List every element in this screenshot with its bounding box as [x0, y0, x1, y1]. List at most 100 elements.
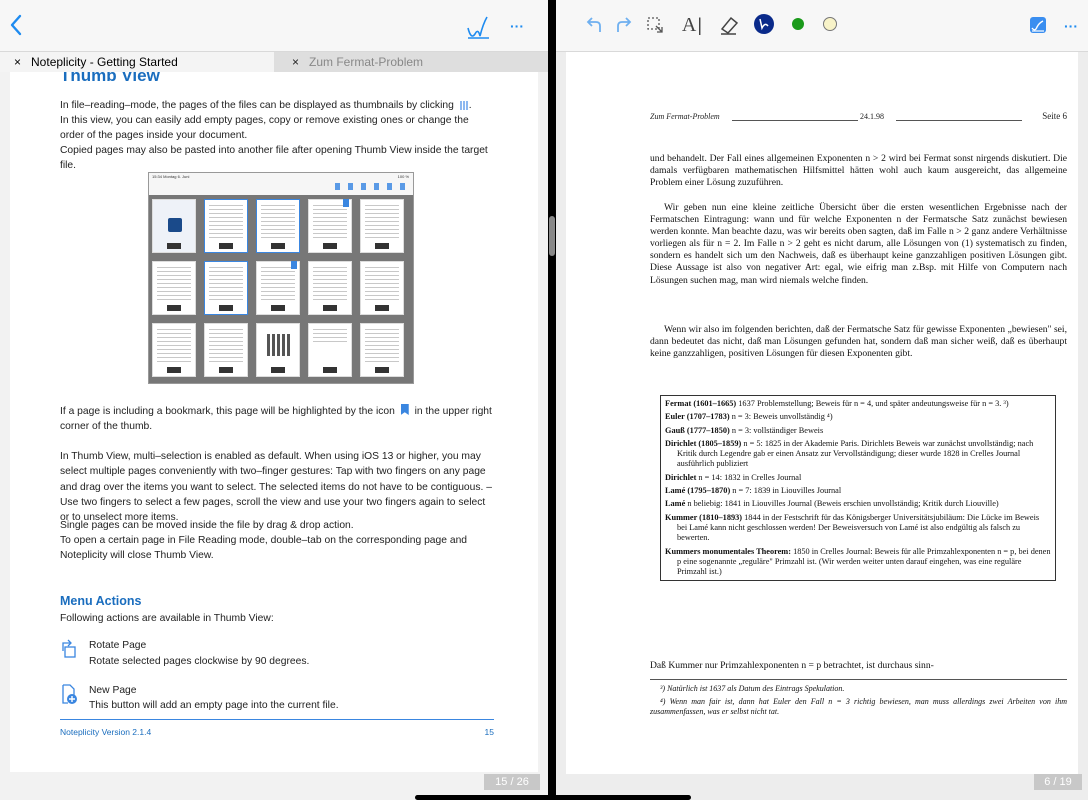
screenshot-status-time: 15:34 Montag 6. Juni: [152, 174, 190, 179]
rotate-page-icon: [60, 639, 78, 659]
action-description: This button will add an empty page into …: [89, 700, 339, 711]
paragraph: In this view, you can easily add empty p…: [60, 115, 469, 142]
running-header-date: 24.1.98: [860, 112, 884, 121]
thumbnail: [308, 323, 352, 377]
thumbnail: [256, 261, 300, 315]
chronology-entry: Dirichlet n = 14: 1832 in Crelles Journa…: [665, 472, 802, 482]
footer-page-number: 15: [484, 727, 494, 737]
right-toolbar: A | ···: [556, 0, 1088, 52]
page-title: Thumb View: [60, 72, 160, 85]
thumbnail: [204, 323, 248, 377]
app-logo: [168, 218, 182, 232]
paragraph: In Thumb View, multi–selection is enable…: [60, 451, 492, 524]
footnote: ⁴) Wenn man fair ist, dann hat Euler den…: [650, 697, 1067, 716]
chronology-entry: Dirichlet (1805–1859) n = 5: 1825 in der…: [665, 438, 1034, 469]
bookmark-icon: [291, 261, 297, 269]
thumbnail: [308, 261, 352, 315]
pen-color-green[interactable]: [788, 14, 808, 34]
thumbnail: [152, 261, 196, 315]
paragraph: Wir geben nun eine kleine zeitliche Über…: [650, 202, 1067, 286]
paragraph: Daß Kummer nur Primzahlexponenten n = p …: [650, 660, 934, 671]
bookmark-icon: [400, 404, 409, 415]
pen-color-yellow[interactable]: [820, 14, 840, 34]
eraser-icon[interactable]: [716, 12, 742, 38]
page-indicator: 15 / 26: [484, 774, 540, 790]
paragraph: Single pages can be moved inside the fil…: [60, 520, 354, 531]
more-menu-button[interactable]: ···: [1056, 12, 1086, 40]
running-header-page: Seite 6: [1042, 111, 1067, 121]
thumbnail: [152, 199, 196, 253]
signature-icon[interactable]: [464, 12, 492, 42]
screenshot-status-battery: 100 %: [397, 174, 409, 179]
footnote-rule: [650, 679, 1067, 680]
paragraph: und behandelt. Der Fall eines allgemeine…: [650, 153, 1067, 189]
draw-mode-icon[interactable]: [1026, 12, 1050, 38]
undo-icon[interactable]: [584, 12, 606, 38]
document-page[interactable]: Thumb View In file–reading–mode, the pag…: [10, 72, 538, 772]
chronology-entry: Lamé n beliebig: 1841 in Liouvilles Jour…: [665, 499, 999, 509]
thumb-view-icon: [459, 100, 469, 110]
redo-icon[interactable]: [612, 12, 634, 38]
thumbnail: [204, 199, 248, 253]
document-page[interactable]: Zum Fermat-Problem 24.1.98 Seite 6 und b…: [566, 52, 1078, 774]
chevron-left-icon[interactable]: [4, 10, 28, 40]
left-document-pane: ··· × Noteplicity - Getting Started × Zu…: [0, 0, 548, 800]
header-rule: [732, 120, 858, 121]
thumbnail: [204, 261, 248, 315]
close-icon[interactable]: ×: [14, 55, 21, 69]
tab-zum-fermat-problem[interactable]: × Zum Fermat-Problem: [274, 52, 548, 72]
paragraph: Wenn wir also im folgenden berichten, da…: [650, 324, 1067, 360]
chronology-entry: Kummers monumentales Theorem: 1850 in Cr…: [665, 546, 1051, 577]
paragraph: Copied pages may also be pasted into ano…: [60, 145, 488, 172]
thumbnail-number: [167, 243, 181, 249]
footer-version: Noteplicity Version 2.1.4: [60, 727, 152, 737]
chronology-entry: Gauß (1777–1850) n = 3: vollständiger Be…: [665, 425, 824, 435]
thumbnail: [360, 261, 404, 315]
more-menu-button[interactable]: ···: [502, 12, 532, 40]
chronology-entry: Kummer (1810–1893) 1844 in der Festschri…: [665, 512, 1040, 543]
footnote: ³) Natürlich ist 1637 als Datum des Eint…: [660, 684, 845, 693]
pen-color-blue[interactable]: [752, 12, 776, 36]
page-indicator: 6 / 19: [1034, 774, 1082, 790]
section-heading: Menu Actions: [60, 594, 142, 608]
text-tool-icon[interactable]: A |: [680, 11, 704, 39]
action-title: Rotate Page: [89, 640, 147, 651]
home-indicator[interactable]: [415, 795, 691, 800]
screenshot-toolbar-icons: [335, 183, 405, 190]
lasso-select-icon[interactable]: [644, 12, 666, 38]
chronology-entry: Fermat (1601–1665) 1637 Problemstellung;…: [665, 399, 1009, 408]
thumbnail: [152, 323, 196, 377]
tab-label: Zum Fermat-Problem: [309, 55, 424, 69]
document-tabs: × Noteplicity - Getting Started × Zum Fe…: [0, 52, 548, 72]
chronology-entry: Euler (1707–1783) n = 3: Beweis unvollst…: [665, 412, 833, 422]
footer-rule: [60, 719, 494, 720]
paragraph-text: In file–reading–mode, the pages of the f…: [60, 100, 454, 111]
paragraph-text: If a page is including a bookmark, this …: [60, 406, 395, 417]
paragraph: Following actions are available in Thumb…: [60, 613, 274, 624]
action-title: New Page: [89, 685, 137, 696]
screenshot-toolbar: 15:34 Montag 6. Juni 100 %: [149, 173, 413, 195]
thumb-view-screenshot: 15:34 Montag 6. Juni 100 %: [148, 172, 414, 384]
left-toolbar: ···: [0, 0, 548, 52]
thumbnail: [308, 199, 352, 253]
tab-label: Noteplicity - Getting Started: [31, 55, 178, 69]
new-page-icon: [60, 683, 78, 705]
tab-noteplicity-getting-started[interactable]: × Noteplicity - Getting Started: [0, 52, 274, 72]
running-header-title: Zum Fermat-Problem: [650, 112, 720, 121]
thumbnail: [256, 199, 300, 253]
chronology-entry: Lamé (1795–1870) n = 7: 1839 in Liouvill…: [665, 486, 842, 496]
paragraph: If a page is including a bookmark, this …: [60, 404, 494, 435]
right-document-pane: A | ··· Zum Fermat-Problem 24.1.98 Seite …: [556, 0, 1088, 800]
bookmark-icon: [343, 199, 349, 207]
thumbnail: [256, 323, 300, 377]
thumbnail: [360, 323, 404, 377]
chronology-box: Fermat (1601–1665) 1637 Problemstellung;…: [660, 395, 1056, 582]
paragraph: To open a certain page in File Reading m…: [60, 535, 468, 562]
action-description: Rotate selected pages clockwise by 90 de…: [89, 656, 310, 667]
paragraph: In file–reading–mode, the pages of the f…: [60, 100, 472, 111]
header-rule: [896, 120, 1022, 121]
close-icon[interactable]: ×: [292, 55, 299, 69]
split-view-handle[interactable]: [549, 216, 555, 256]
thumbnail: [360, 199, 404, 253]
grid-image: [267, 334, 291, 356]
